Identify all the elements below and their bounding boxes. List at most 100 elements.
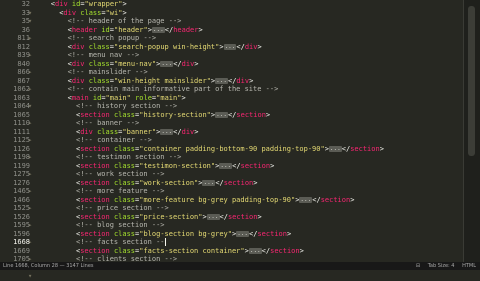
syntax-selector[interactable]: HTML bbox=[462, 263, 476, 269]
code-token: role bbox=[135, 93, 152, 102]
code-line[interactable]: <!-- blog section --> bbox=[34, 221, 464, 230]
code-token: </ bbox=[219, 212, 228, 221]
code-line[interactable]: <!-- history section --> bbox=[34, 102, 464, 111]
status-icon[interactable]: ⊟ bbox=[416, 263, 420, 269]
code-line[interactable]: <div class="banner">...</div> bbox=[34, 128, 464, 137]
code-line[interactable]: <div class="wi"> bbox=[34, 9, 464, 18]
code-line[interactable]: <!-- contain main informative part of th… bbox=[34, 85, 464, 94]
code-token: class bbox=[113, 246, 136, 255]
code-token: div bbox=[80, 127, 93, 136]
code-line[interactable]: <main id="main" role="main"> bbox=[34, 94, 464, 103]
gutter-line: 1276 ▸ bbox=[0, 179, 34, 196]
code-line[interactable]: <!-- clients section --> bbox=[34, 255, 464, 262]
folded-code-marker[interactable]: ... bbox=[299, 196, 313, 203]
code-token: > bbox=[299, 246, 304, 255]
code-token: section bbox=[80, 229, 110, 238]
code-line[interactable]: <div class="win-height mainslider">...</… bbox=[34, 77, 464, 86]
fold-arrow-icon[interactable]: ▾ bbox=[28, 272, 32, 281]
line-number: 866 bbox=[17, 68, 30, 76]
folded-code-marker[interactable]: ... bbox=[215, 77, 228, 84]
scrollbar-thumb[interactable] bbox=[468, 6, 475, 156]
code-token: </ bbox=[261, 246, 271, 255]
code-token: <!-- container --> bbox=[76, 136, 152, 144]
line-number: 1199 bbox=[13, 161, 30, 170]
code-token: > bbox=[270, 161, 275, 170]
code-token: section bbox=[80, 144, 110, 153]
line-number: 1668 bbox=[13, 238, 30, 246]
code-line[interactable]: <!-- header of the page --> bbox=[34, 17, 464, 26]
code-token: class bbox=[113, 178, 136, 187]
text-cursor bbox=[164, 238, 166, 246]
line-number: 1466 bbox=[13, 195, 30, 204]
code-token: "history-section" bbox=[139, 110, 211, 119]
code-editor[interactable]: 32 ▾ 33 ▾ 35 36 ▸ 811 812 ▸ 839 840 ▸ 866 867 ▸ 1062 1063… bbox=[0, 0, 480, 280]
code-token: </ bbox=[236, 42, 245, 51]
code-line[interactable]: <section class="testimon-section">...</s… bbox=[34, 162, 464, 171]
code-token: > bbox=[265, 110, 271, 119]
folded-code-marker[interactable]: ... bbox=[215, 111, 228, 118]
code-line[interactable]: <!-- menu nav --> bbox=[34, 51, 464, 60]
code-line[interactable]: <div class="menu-nav">...</div> bbox=[34, 60, 464, 69]
code-line[interactable]: <section class="price-section">...</sect… bbox=[34, 213, 464, 222]
line-number: 1110 bbox=[13, 119, 30, 127]
code-line[interactable]: <!-- facts section -- bbox=[34, 238, 464, 247]
line-number: 1126 bbox=[13, 144, 30, 153]
code-token: > bbox=[219, 42, 224, 51]
code-token: id bbox=[101, 25, 110, 34]
folded-code-marker[interactable]: ... bbox=[160, 60, 174, 67]
code-line[interactable]: <!-- price section --> bbox=[34, 204, 464, 213]
code-line[interactable]: <section class="history-section">...</se… bbox=[34, 111, 464, 120]
code-token: main bbox=[71, 93, 89, 102]
code-line[interactable]: <!-- testimon section --> bbox=[34, 153, 464, 162]
gutter-line: 1199 ▸ bbox=[0, 161, 34, 179]
code-area[interactable]: <div id="wrapper"> <div class="wi"> <!-- h… bbox=[34, 0, 464, 262]
code-line[interactable]: <!-- work section --> bbox=[34, 170, 464, 179]
folded-code-marker[interactable]: ... bbox=[236, 230, 250, 237]
folded-code-marker[interactable]: ... bbox=[206, 213, 220, 220]
folded-code-marker[interactable]: ... bbox=[248, 247, 262, 254]
code-line[interactable]: <section class="facts-section container"… bbox=[34, 247, 464, 256]
gutter-line: 867 ▸ bbox=[0, 76, 34, 94]
code-line[interactable]: <!-- mainslider --> bbox=[34, 68, 464, 77]
line-number: 1125 bbox=[13, 136, 30, 144]
code-line[interactable]: <section class="container padding-bottom… bbox=[34, 145, 464, 154]
code-line[interactable]: <header id="header">...</header> bbox=[34, 26, 464, 35]
vertical-scrollbar[interactable] bbox=[463, 0, 480, 262]
code-line[interactable]: <!-- banner --> bbox=[34, 119, 464, 128]
folded-code-marker[interactable]: ... bbox=[223, 43, 237, 50]
code-line[interactable]: <section class="work-section">...</secti… bbox=[34, 179, 464, 188]
line-number: 867 bbox=[17, 76, 30, 85]
code-token: "header" bbox=[113, 25, 148, 34]
code-token: > bbox=[379, 144, 384, 153]
gutter-line: 1465 bbox=[0, 187, 34, 196]
code-line[interactable]: <!-- search popup --> bbox=[34, 34, 464, 43]
gutter-line: 1275 bbox=[0, 170, 34, 179]
code-line[interactable]: <section class="more-feature bg-grey pad… bbox=[34, 196, 464, 205]
code-line[interactable]: <div class="search-popup win-height">...… bbox=[34, 43, 464, 52]
folded-code-marker[interactable]: ... bbox=[202, 179, 216, 186]
code-token: <!-- banner --> bbox=[76, 119, 140, 127]
code-token: > bbox=[122, 8, 127, 17]
folded-code-marker[interactable]: ... bbox=[328, 145, 342, 152]
code-token: </ bbox=[173, 59, 182, 68]
code-token: header bbox=[71, 25, 98, 34]
folded-code-marker[interactable]: ... bbox=[219, 162, 233, 169]
code-line[interactable]: <div id="wrapper"> bbox=[34, 0, 464, 9]
tab-size-selector[interactable]: Tab Size: 4 bbox=[428, 263, 455, 269]
gutter-line: 1668 bbox=[0, 238, 34, 247]
gutter-line: 36 ▸ bbox=[0, 26, 34, 43]
gutter-line: 1065 ▸ bbox=[0, 110, 34, 128]
code-token: > bbox=[257, 42, 262, 51]
code-token: section bbox=[240, 161, 271, 170]
code-line[interactable]: <section class="blog-section bg-grey">..… bbox=[34, 230, 464, 239]
code-line[interactable]: <!-- container --> bbox=[34, 136, 464, 145]
code-token: <!-- blog section --> bbox=[76, 221, 165, 229]
line-number: 1065 bbox=[13, 110, 30, 119]
folded-code-marker[interactable]: ... bbox=[151, 26, 165, 33]
status-bar: Line 1668, Column 28 — 3147 Lines ⊟ Tab … bbox=[0, 262, 480, 270]
line-number: 1062 bbox=[13, 85, 30, 93]
code-token: div bbox=[71, 76, 85, 85]
line-number: 840 bbox=[17, 59, 30, 68]
folded-code-marker[interactable]: ... bbox=[160, 128, 174, 135]
code-line[interactable]: <!-- more feature --> bbox=[34, 187, 464, 196]
